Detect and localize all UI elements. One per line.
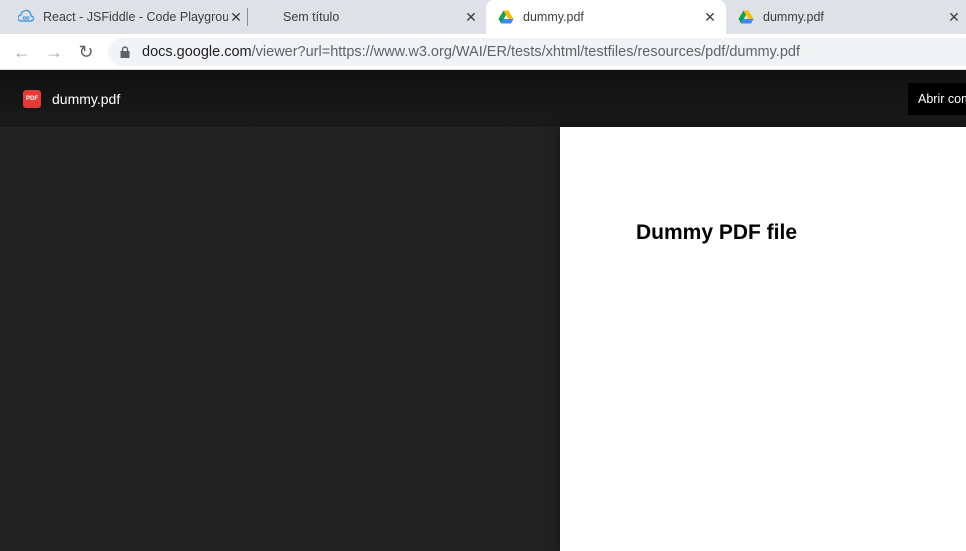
tab-title: Sem título <box>283 10 340 24</box>
back-button[interactable]: ← <box>12 42 32 62</box>
google-drive-icon <box>738 10 754 24</box>
google-drive-icon <box>498 10 514 24</box>
pdf-file-icon: PDF <box>23 90 41 108</box>
viewer-header: PDF dummy.pdf Abrir com <box>0 70 966 127</box>
close-tab-icon[interactable]: ✕ <box>946 9 962 26</box>
tab-dummy-pdf[interactable]: dummy.pdf ✕ <box>738 0 962 34</box>
jsfiddle-icon <box>18 9 34 22</box>
close-tab-icon[interactable]: ✕ <box>228 9 244 26</box>
forward-button[interactable]: → <box>44 42 64 62</box>
url-host: docs.google.com <box>142 44 252 60</box>
tab-dummy-pdf-active[interactable]: dummy.pdf ✕ <box>486 0 726 34</box>
pdf-page: Dummy PDF file <box>560 127 966 551</box>
reload-button[interactable]: ↻ <box>76 42 96 62</box>
lock-icon <box>120 46 130 58</box>
tab-sem-titulo[interactable]: Sem título ✕ <box>283 0 479 34</box>
tab-jsfiddle[interactable]: React - JSFiddle - Code Playground ✕ <box>18 0 244 34</box>
close-tab-icon[interactable]: ✕ <box>463 9 479 26</box>
tab-title: dummy.pdf <box>763 10 824 24</box>
tab-strip: React - JSFiddle - Code Playground ✕ Sem… <box>0 0 966 34</box>
address-bar[interactable]: docs.google.com/viewer?url=https://www.w… <box>108 38 966 66</box>
url-path: /viewer?url=https://www.w3.org/WAI/ER/te… <box>251 44 800 60</box>
document-title: Dummy PDF file <box>636 221 798 244</box>
tab-title: dummy.pdf <box>523 10 584 24</box>
browser-toolbar: ← → ↻ docs.google.com/viewer?url=https:/… <box>0 34 966 70</box>
tab-title: React - JSFiddle - Code Playground <box>43 10 228 24</box>
tab-divider <box>247 8 248 26</box>
open-with-button[interactable]: Abrir com <box>908 83 966 115</box>
file-name: dummy.pdf <box>52 91 121 107</box>
close-tab-icon[interactable]: ✕ <box>702 9 718 26</box>
